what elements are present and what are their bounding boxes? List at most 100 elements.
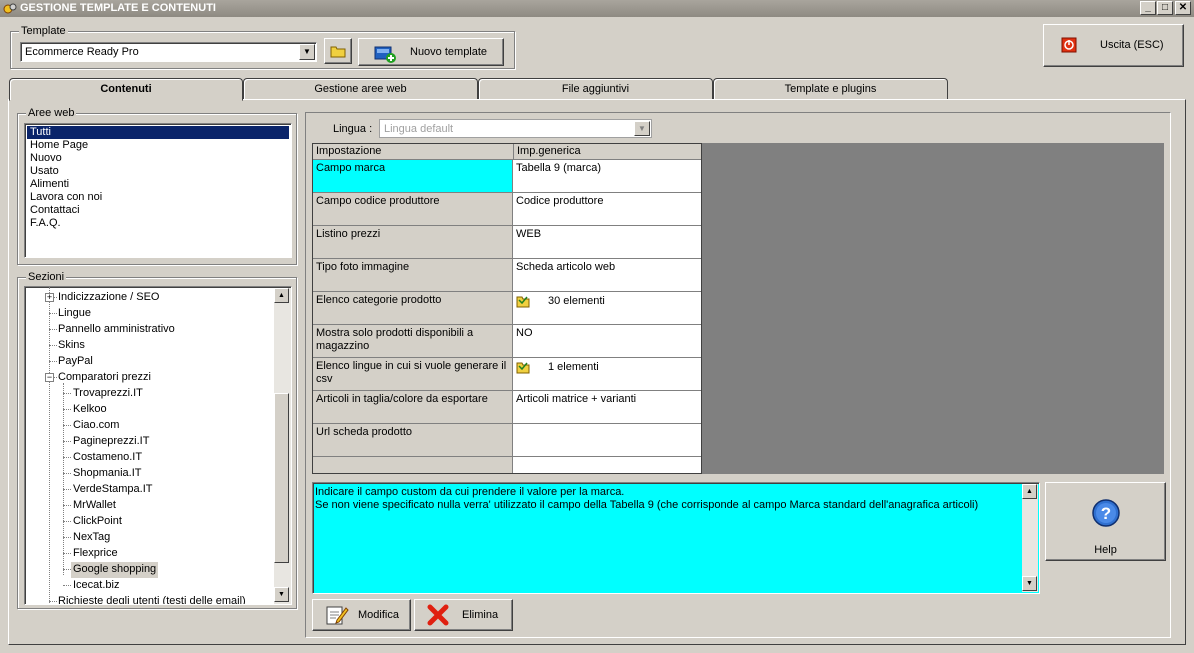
new-template-button[interactable]: Nuovo template	[358, 38, 504, 66]
settings-grid[interactable]: Impostazione Imp.generica Campo marca Ta…	[312, 143, 702, 474]
tree-node[interactable]: Trovaprezzi.IT	[73, 386, 143, 402]
tree-node[interactable]: Ciao.com	[73, 418, 119, 434]
open-folder-button[interactable]	[324, 38, 352, 64]
tab-template-plugins[interactable]: Template e plugins	[713, 78, 948, 99]
tab-file-aggiuntivi[interactable]: File aggiuntivi	[478, 78, 713, 99]
tree-node[interactable]: Comparatori prezzi	[58, 370, 151, 386]
maximize-button[interactable]: □	[1157, 1, 1173, 15]
tab-contenuti[interactable]: Contenuti	[9, 78, 243, 101]
description-line: Indicare il campo custom da cui prendere…	[315, 486, 625, 498]
scroll-down-icon[interactable]: ▼	[1022, 576, 1037, 591]
setting-value[interactable]: Scheda articolo web	[513, 259, 701, 291]
tree-node[interactable]: Skins	[58, 338, 85, 354]
chevron-down-icon[interactable]: ▼	[634, 121, 650, 136]
tab-gestione-aree-web[interactable]: Gestione aree web	[243, 78, 478, 99]
setting-value[interactable]	[513, 424, 701, 456]
setting-value[interactable]: WEB	[513, 226, 701, 258]
table-row[interactable]: Articoli in taglia/colore da esportare A…	[313, 391, 701, 424]
tree-node[interactable]: Costameno.IT	[73, 450, 142, 466]
table-row[interactable]: Campo marca Tabella 9 (marca)	[313, 160, 701, 193]
setting-value-cell[interactable]: 1 elementi	[513, 358, 701, 390]
new-template-icon	[374, 46, 396, 63]
tree-node[interactable]: Flexprice	[73, 546, 118, 562]
tree-node[interactable]: Icecat.biz	[73, 578, 119, 594]
elimina-button[interactable]: Elimina	[414, 599, 513, 631]
close-button[interactable]: ✕	[1175, 1, 1191, 15]
setting-name[interactable]: Elenco lingue in cui si vuole generare i…	[313, 358, 513, 390]
description-line: Se non viene specificato nulla verra' ut…	[315, 499, 979, 511]
tree-node[interactable]: Shopmania.IT	[73, 466, 141, 482]
tree-node[interactable]: Kelkoo	[73, 402, 107, 418]
table-row[interactable]: Elenco lingue in cui si vuole generare i…	[313, 358, 701, 391]
setting-name[interactable]: Url scheda prodotto	[313, 424, 513, 456]
setting-name[interactable]: Articoli in taglia/colore da esportare	[313, 391, 513, 423]
table-row[interactable]: Listino prezzi WEB	[313, 226, 701, 259]
collapse-icon[interactable]: −	[45, 373, 54, 382]
minimize-button[interactable]: _	[1140, 1, 1156, 15]
modifica-button[interactable]: Modifica	[312, 599, 411, 631]
table-row[interactable]: Campo codice produttore Codice produttor…	[313, 193, 701, 226]
list-item[interactable]: F.A.Q.	[27, 217, 289, 230]
tree-node-selected[interactable]: Google shopping	[71, 562, 159, 578]
tree-node[interactable]: MrWallet	[73, 498, 116, 514]
tree-node[interactable]: PayPal	[58, 354, 93, 370]
setting-name[interactable]: Campo codice produttore	[313, 193, 513, 225]
template-select[interactable]: Ecommerce Ready Pro ▼	[20, 42, 317, 62]
table-row[interactable]: Tipo foto immagine Scheda articolo web	[313, 259, 701, 292]
tree-scrollbar[interactable]: ▲ ▼	[274, 288, 291, 604]
app-icon	[3, 3, 17, 14]
setting-name[interactable]: Tipo foto immagine	[313, 259, 513, 291]
help-button[interactable]: ? Help	[1045, 482, 1166, 561]
table-row[interactable]: Mostra solo prodotti disponibili a magaz…	[313, 325, 701, 358]
scroll-down-icon[interactable]: ▼	[274, 587, 289, 602]
aree-web-list[interactable]: Tutti Home Page Nuovo Usato Alimenti Lav…	[24, 123, 292, 258]
list-item[interactable]: Tutti	[27, 126, 289, 139]
exit-button[interactable]: Uscita (ESC)	[1043, 24, 1184, 67]
modifica-label: Modifica	[358, 609, 399, 621]
power-icon	[1061, 37, 1077, 53]
setting-name[interactable]: Elenco categorie prodotto	[313, 292, 513, 324]
tree-node[interactable]: Lingue	[58, 306, 91, 322]
setting-value[interactable]: Tabella 9 (marca)	[513, 160, 701, 192]
column-header[interactable]: Imp.generica	[514, 144, 701, 160]
setting-name[interactable]: Mostra solo prodotti disponibili a magaz…	[313, 325, 513, 357]
setting-name[interactable]: Listino prezzi	[313, 226, 513, 258]
setting-value[interactable]: NO	[513, 325, 701, 357]
tree-node[interactable]: ClickPoint	[73, 514, 122, 530]
list-item[interactable]: Contattaci	[27, 204, 289, 217]
tree-node[interactable]: Pannello amministrativo	[58, 322, 175, 338]
setting-name[interactable]: Campo marca	[313, 160, 513, 192]
tree-node[interactable]: VerdeStampa.IT	[73, 482, 153, 498]
folder-icon	[516, 362, 530, 374]
list-item[interactable]: Alimenti	[27, 178, 289, 191]
table-row[interactable]	[313, 457, 701, 473]
title-bar: GESTIONE TEMPLATE E CONTENUTI _ □ ✕	[0, 0, 1194, 17]
scroll-up-icon[interactable]: ▲	[274, 288, 289, 303]
setting-value[interactable]: Articoli matrice + varianti	[513, 391, 701, 423]
scroll-thumb[interactable]	[274, 393, 289, 563]
svg-text:?: ?	[1101, 504, 1111, 523]
description-scrollbar[interactable]: ▲ ▼	[1022, 484, 1038, 592]
list-item[interactable]: Usato	[27, 165, 289, 178]
list-item[interactable]: Home Page	[27, 139, 289, 152]
setting-name[interactable]	[313, 457, 513, 473]
lingua-select[interactable]: Lingua default ▼	[379, 119, 652, 138]
chevron-down-icon[interactable]: ▼	[299, 44, 315, 60]
expand-icon[interactable]: +	[45, 293, 54, 302]
tree-node[interactable]: Pagineprezzi.IT	[73, 434, 149, 450]
tree-node[interactable]: NexTag	[73, 530, 110, 546]
list-item[interactable]: Lavora con noi	[27, 191, 289, 204]
tree-node[interactable]: Indicizzazione / SEO	[58, 290, 160, 306]
setting-value-cell[interactable]: 30 elementi	[513, 292, 701, 324]
table-row[interactable]: Elenco categorie prodotto 30 elementi	[313, 292, 701, 325]
setting-value[interactable]: Codice produttore	[513, 193, 701, 225]
new-template-label: Nuovo template	[410, 46, 488, 58]
tree-node[interactable]: Richieste degli utenti (testi delle emai…	[58, 594, 246, 604]
description-box[interactable]: Indicare il campo custom da cui prendere…	[312, 482, 1040, 594]
scroll-up-icon[interactable]: ▲	[1022, 484, 1037, 499]
list-item[interactable]: Nuovo	[27, 152, 289, 165]
column-header[interactable]: Impostazione	[313, 144, 514, 160]
setting-value[interactable]	[513, 457, 701, 473]
sezioni-tree[interactable]: + − Indicizzazione / SEO Lingue Pannello…	[24, 286, 292, 605]
table-row[interactable]: Url scheda prodotto	[313, 424, 701, 457]
